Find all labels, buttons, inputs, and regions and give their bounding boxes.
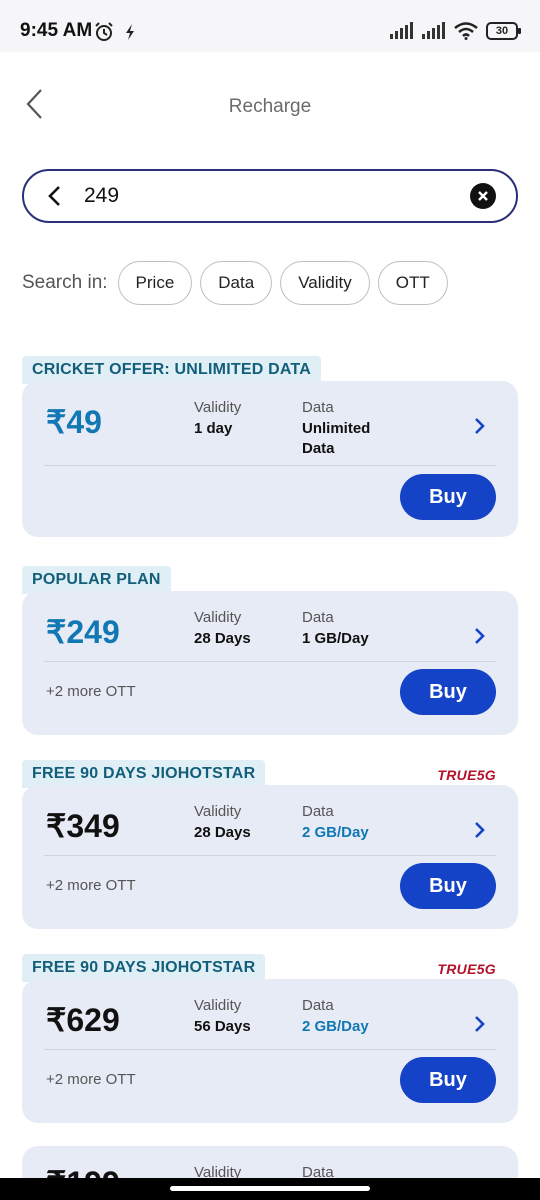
buy-button[interactable]: Buy (400, 1057, 496, 1103)
signal-icon (422, 22, 445, 39)
search-back-button[interactable] (24, 171, 84, 221)
validity-value: 1 day (194, 420, 233, 437)
chevron-right-icon[interactable] (474, 417, 486, 435)
data-value: 2 GB/Day (302, 1018, 369, 1035)
plan-price: ₹249 (46, 614, 120, 650)
validity-label: Validity (194, 609, 242, 626)
page-title: Recharge (228, 96, 312, 117)
plan-card-body[interactable]: ₹629 Validity 56 Days Data 2 GB/Day +2 m… (22, 979, 518, 1123)
search-back-icon (48, 186, 60, 206)
filters-label: Search in: (22, 272, 108, 293)
home-indicator[interactable] (170, 1186, 370, 1191)
data-label: Data (302, 803, 334, 820)
plan-tag: POPULAR PLAN (22, 566, 171, 594)
data-label: Data (302, 399, 334, 416)
plan-card-199: ₹199 Validity Data (22, 1122, 518, 1178)
chevron-right-icon[interactable] (474, 1015, 486, 1033)
status-time: 9:45 AM (20, 20, 93, 41)
buy-button[interactable]: Buy (400, 863, 496, 909)
flash-icon (126, 24, 134, 40)
buy-button[interactable]: Buy (400, 474, 496, 520)
plan-card-349: FREE 90 DAYS JIOHOTSTAR TRUE5G ₹349 Vali… (22, 760, 518, 930)
validity-value: 28 Days (194, 824, 251, 841)
more-ott-label: +2 more OTT (46, 683, 136, 700)
filter-chip-price[interactable]: Price (117, 261, 193, 305)
card-divider (44, 1049, 496, 1050)
chevron-right-icon[interactable] (474, 821, 486, 839)
card-divider (44, 855, 496, 856)
validity-value: 28 Days (194, 630, 251, 647)
plan-card-49: CRICKET OFFER: UNLIMITED DATA ₹49 Validi… (22, 356, 518, 541)
validity-label: Validity (194, 997, 242, 1014)
plan-price: ₹199 (46, 1164, 120, 1178)
buy-button[interactable]: Buy (400, 669, 496, 715)
status-bar: 9:45 AM 30 (0, 0, 540, 52)
clear-search-button[interactable] (470, 183, 496, 209)
filter-chip-ott[interactable]: OTT (377, 261, 448, 305)
more-ott-label: +2 more OTT (46, 877, 136, 894)
plan-tag: FREE 90 DAYS JIOHOTSTAR (22, 954, 266, 982)
clear-icon (478, 191, 488, 201)
data-label: Data (302, 997, 334, 1014)
plan-card-249: POPULAR PLAN ₹249 Validity 28 Days Data … (22, 566, 518, 736)
plan-card-body[interactable]: ₹199 Validity Data (22, 1146, 518, 1178)
filter-chip-validity[interactable]: Validity (280, 261, 370, 305)
plan-card-body[interactable]: ₹349 Validity 28 Days Data 2 GB/Day +2 m… (22, 785, 518, 929)
plan-tag: CRICKET OFFER: UNLIMITED DATA (22, 356, 321, 384)
app-header: Recharge (0, 52, 540, 162)
search-input[interactable] (84, 184, 470, 208)
data-value: 1 GB/Day (302, 630, 369, 647)
card-divider (44, 465, 496, 466)
plan-card-body[interactable]: ₹249 Validity 28 Days Data 1 GB/Day +2 m… (22, 591, 518, 735)
validity-label: Validity (194, 1164, 242, 1178)
data-label: Data (302, 1164, 334, 1178)
card-divider (44, 661, 496, 662)
data-value: Unlimited Data (302, 420, 371, 457)
plan-price: ₹629 (46, 1002, 120, 1038)
plan-tag: FREE 90 DAYS JIOHOTSTAR (22, 760, 266, 788)
plan-price: ₹349 (46, 808, 120, 844)
filter-chip-data[interactable]: Data (200, 261, 273, 305)
alarm-icon (95, 22, 113, 41)
signal-icon (390, 22, 413, 39)
validity-label: Validity (194, 803, 242, 820)
plan-price: ₹49 (46, 404, 102, 440)
true5g-badge: TRUE5G (437, 767, 496, 783)
search-box (22, 169, 518, 223)
search-filters: Search in: Price Data Validity OTT (22, 261, 448, 305)
validity-label: Validity (194, 399, 242, 416)
more-ott-label: +2 more OTT (46, 1071, 136, 1088)
true5g-badge: TRUE5G (437, 961, 496, 977)
plan-card-629: FREE 90 DAYS JIOHOTSTAR TRUE5G ₹629 Vali… (22, 954, 518, 1124)
data-label: Data (302, 609, 334, 626)
chevron-right-icon[interactable] (474, 627, 486, 645)
wifi-icon (454, 22, 478, 40)
data-value: 2 GB/Day (302, 824, 369, 841)
plan-card-body[interactable]: ₹49 Validity 1 day Data Unlimited Data B… (22, 381, 518, 537)
validity-value: 56 Days (194, 1018, 251, 1035)
battery-icon: 30 (486, 22, 521, 40)
